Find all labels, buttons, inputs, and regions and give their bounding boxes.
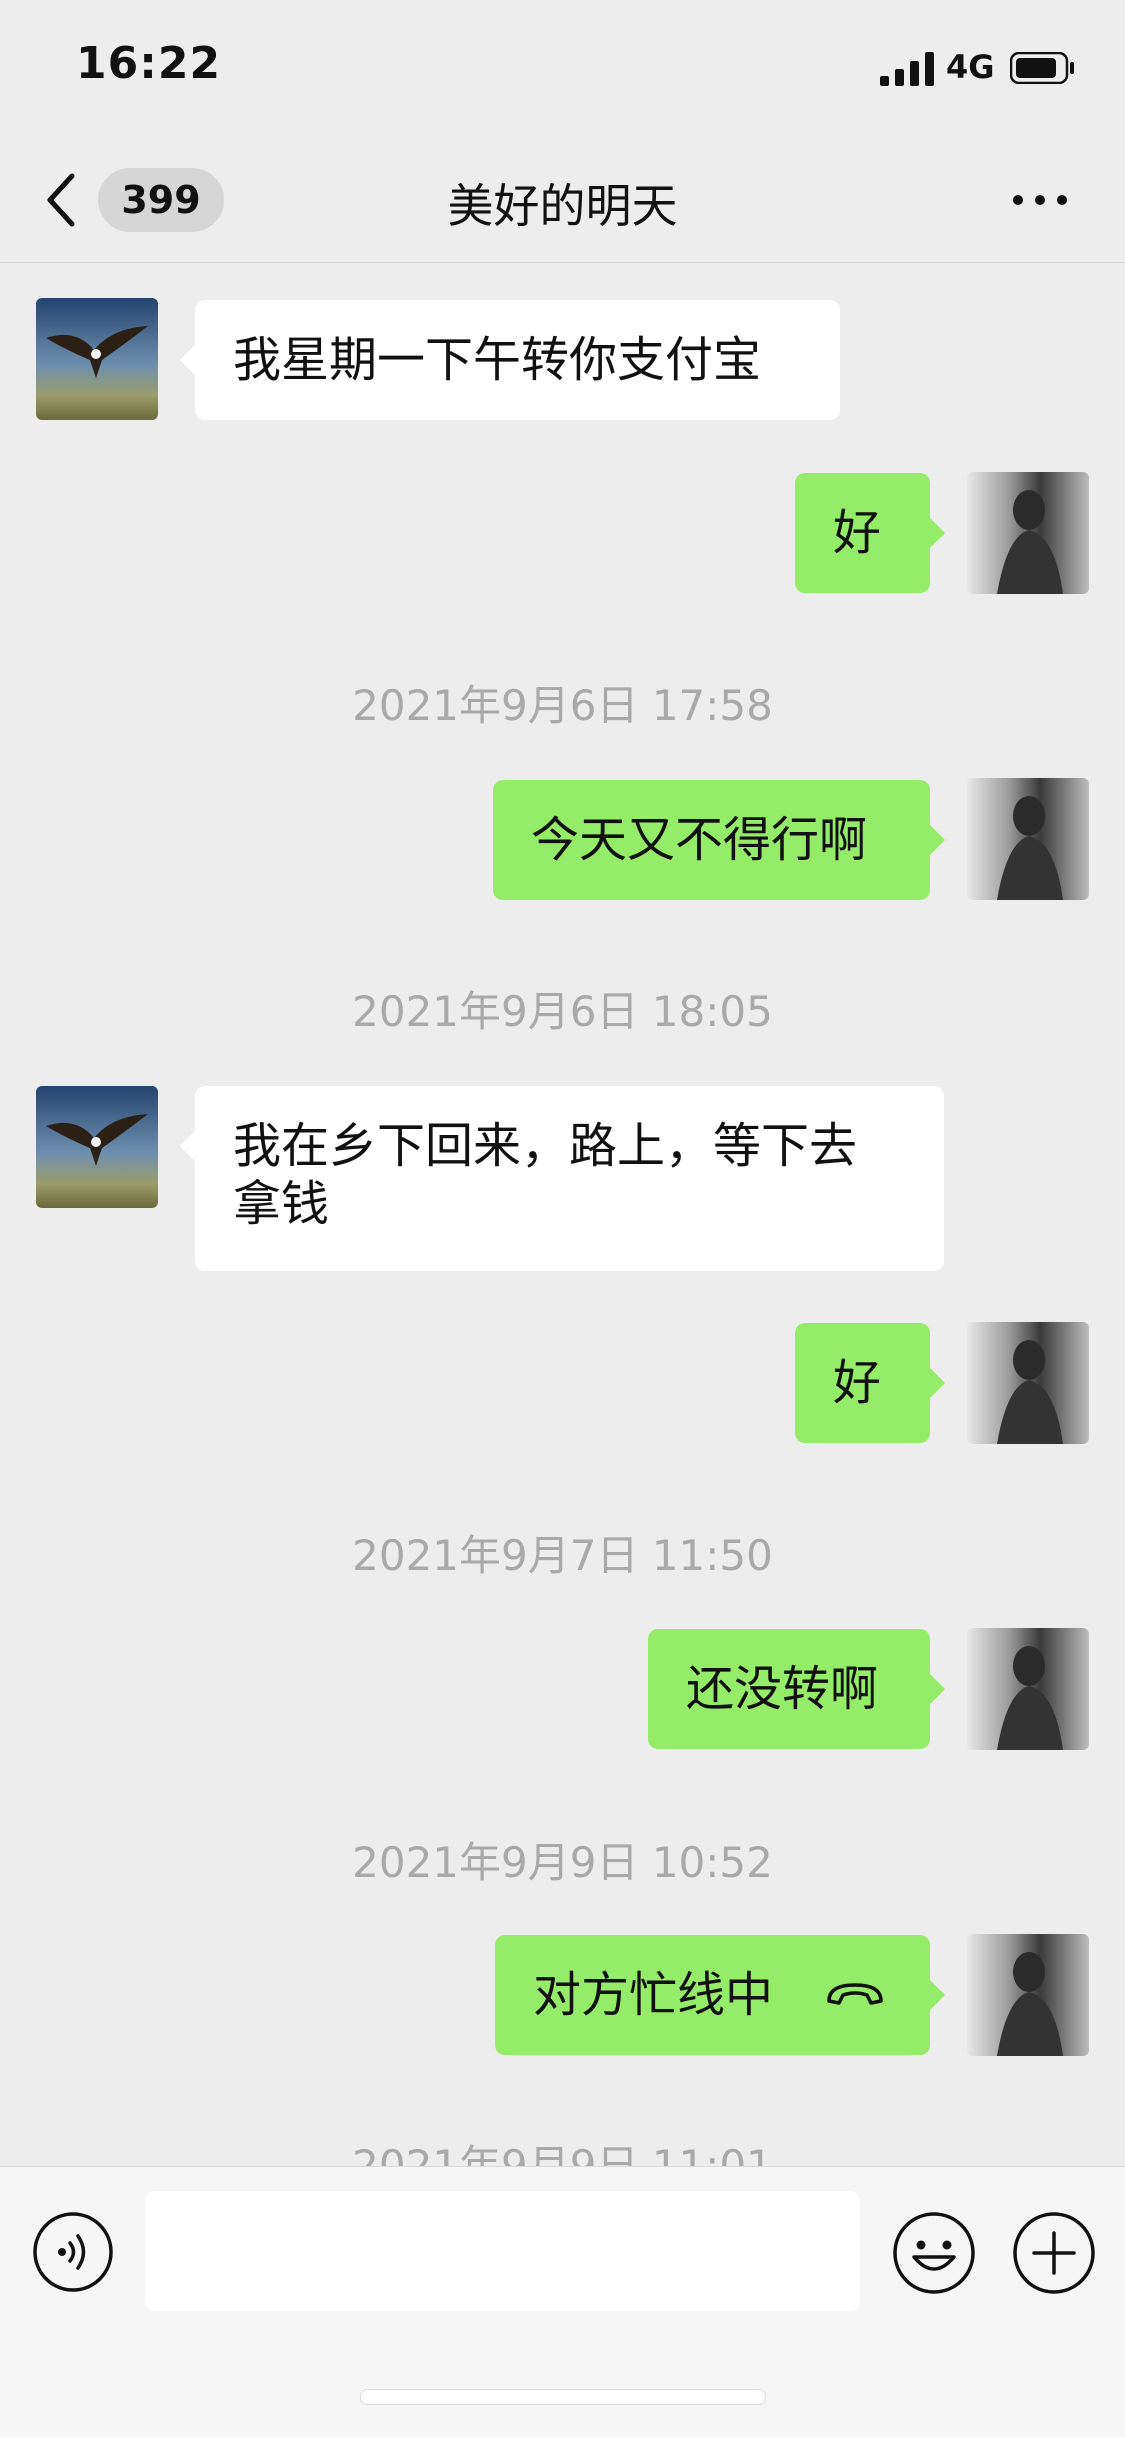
more-options-icon[interactable] [1010,180,1070,220]
message-bubble-outgoing[interactable]: 好 [795,473,945,593]
self-avatar[interactable] [967,472,1089,594]
emoji-icon[interactable] [892,2211,976,2295]
message-input[interactable] [145,2191,860,2311]
call-status-bubble[interactable]: 对方忙线中 [495,1935,945,2055]
message-text-line-2: 拿钱 [233,1176,330,1232]
message-bubble-outgoing[interactable]: 还没转啊 [648,1629,945,1749]
message-bubble-outgoing[interactable]: 今天又不得行啊 [493,780,945,900]
message-text: 好 [833,1355,882,1411]
home-indicator [360,2389,766,2405]
timestamp: 2021年9月9日 10:52 [352,1838,773,1887]
phone-hangup-icon [827,1983,883,2005]
message-bubble-incoming[interactable]: 我星期一下午转你支付宝 [180,300,840,420]
message-text: 我星期一下午转你支付宝 [233,332,762,388]
network-type: 4G [946,48,995,86]
timestamp: 2021年9月7日 11:50 [352,1531,773,1580]
contact-avatar[interactable] [36,1086,158,1208]
plus-icon[interactable] [1012,2211,1096,2295]
cellular-signal-icon [880,52,934,86]
message-bubble-outgoing[interactable]: 好 [795,1323,945,1443]
voice-input-icon[interactable] [32,2211,114,2293]
chat-header: 399 美好的明天 [0,140,1125,263]
self-avatar[interactable] [967,1934,1089,2056]
message-text-line-1: 我在乡下回来，路上，等下去 [233,1118,858,1174]
chat-title: 美好的明天 [447,179,678,233]
message-text: 还没转啊 [686,1661,879,1717]
message-bubble-incoming[interactable]: 我在乡下回来，路上，等下去 拿钱 [180,1086,944,1271]
message-text: 好 [833,505,882,561]
self-avatar[interactable] [967,1628,1089,1750]
self-avatar[interactable] [967,778,1089,900]
status-time: 16:22 [76,38,222,89]
status-bar: 16:22 4G [0,0,1125,140]
timestamp: 2021年9月6日 18:05 [352,987,773,1036]
battery-icon [1010,52,1074,84]
timestamp: 2021年9月6日 17:58 [352,681,773,730]
contact-avatar[interactable] [36,298,158,420]
message-text: 对方忙线中 [533,1967,774,2023]
message-text: 今天又不得行啊 [531,812,868,868]
self-avatar[interactable] [967,1322,1089,1444]
input-bar [0,2166,1125,2437]
